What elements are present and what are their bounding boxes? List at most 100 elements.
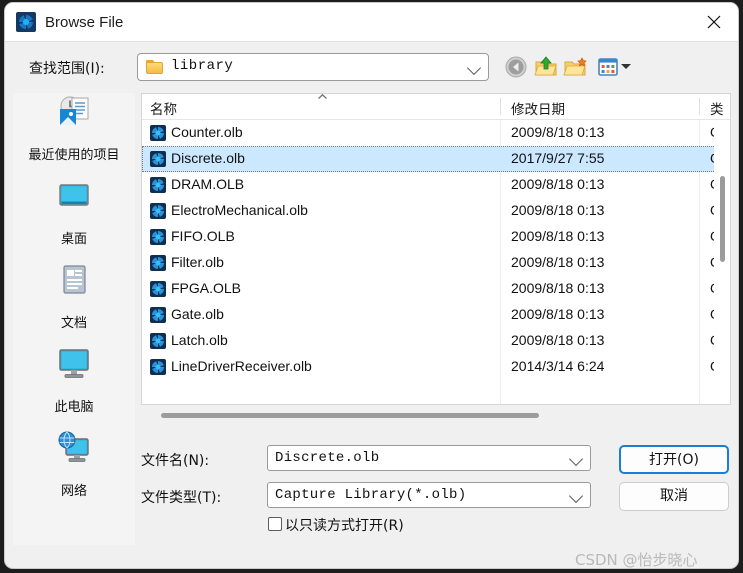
- sidebar-item-recent-items[interactable]: 最近使用的项目: [13, 93, 135, 163]
- file-name-label: 文件名(N):: [141, 453, 210, 469]
- look-in-value: library: [171, 58, 234, 74]
- file-date-cell: 2009/8/18 0:13: [511, 228, 605, 244]
- chevron-down-icon: [568, 451, 584, 467]
- watermark-text: CSDN @怡步晓心: [575, 551, 698, 569]
- sidebar-item-this-pc[interactable]: 此电脑: [13, 345, 135, 415]
- file-name-combobox[interactable]: Discrete.olb: [267, 445, 591, 471]
- close-icon: [707, 15, 721, 29]
- file-name-cell: FPGA.OLB: [171, 280, 242, 296]
- olb-file-icon: [150, 177, 166, 193]
- olb-file-icon: [150, 359, 166, 375]
- file-list-panel: 名称 修改日期 类 Counter.olb2009/8/18 0:13ODisc…: [141, 93, 731, 405]
- file-list-row[interactable]: Discrete.olb2017/9/27 7:55O: [142, 146, 730, 172]
- column-divider[interactable]: [500, 98, 501, 115]
- file-list-row[interactable]: Latch.olb2009/8/18 0:13O: [142, 328, 730, 354]
- sidebar-item-label: 网络: [60, 484, 87, 499]
- file-date-cell: 2009/8/18 0:13: [511, 202, 605, 218]
- chevron-down-icon: [466, 60, 482, 76]
- look-in-label: 查找范围(I):: [29, 61, 105, 77]
- file-list-row[interactable]: Gate.olb2009/8/18 0:13O: [142, 302, 730, 328]
- look-in-bar: 查找范围(I): library: [5, 42, 738, 92]
- read-only-label[interactable]: 以只读方式打开(R): [285, 515, 404, 535]
- new-folder-button[interactable]: [563, 54, 589, 80]
- close-button[interactable]: [692, 3, 738, 41]
- view-grid-icon: [598, 58, 618, 76]
- recent-items-icon: [50, 93, 98, 137]
- file-name-value: Discrete.olb: [275, 450, 380, 466]
- open-button[interactable]: 打开(O): [619, 445, 729, 474]
- file-name-cell: DRAM.OLB: [171, 176, 245, 192]
- file-name-cell: Latch.olb: [171, 332, 228, 348]
- file-name-cell: ElectroMechanical.olb: [171, 202, 308, 218]
- view-mode-button[interactable]: [595, 54, 621, 80]
- file-name-cell: LineDriverReceiver.olb: [171, 358, 312, 374]
- horizontal-scrollbar-thumb[interactable]: [161, 413, 539, 418]
- network-icon: [50, 429, 98, 473]
- sidebar-item-label: 桌面: [60, 232, 87, 247]
- file-date-cell: 2014/3/14 6:24: [511, 358, 605, 374]
- olb-file-icon: [150, 229, 166, 245]
- sort-ascending-icon: [318, 94, 327, 99]
- file-date-cell: 2009/8/18 0:13: [511, 176, 605, 192]
- sidebar-item-network[interactable]: 网络: [13, 429, 135, 499]
- column-header-name[interactable]: 名称: [150, 98, 177, 118]
- file-type-value: Capture Library(*.olb): [275, 487, 467, 503]
- file-date-cell: 2009/8/18 0:13: [511, 254, 605, 270]
- list-horizontal-scrollbar[interactable]: [141, 407, 731, 425]
- column-divider[interactable]: [699, 98, 700, 115]
- sidebar-item-documents[interactable]: 文档: [13, 261, 135, 331]
- list-vertical-scrollbar[interactable]: [714, 120, 730, 404]
- file-name-cell: Gate.olb: [171, 306, 224, 322]
- places-sidebar: 最近使用的项目 桌面 文档 此电脑 网络: [13, 93, 135, 545]
- title-bar: Browse File: [5, 3, 738, 42]
- read-only-checkbox[interactable]: [268, 517, 282, 531]
- file-list-row[interactable]: Counter.olb2009/8/18 0:13O: [142, 120, 730, 146]
- file-name-cell: Filter.olb: [171, 254, 224, 270]
- file-name-cell: Discrete.olb: [171, 150, 245, 166]
- olb-file-icon: [150, 151, 166, 167]
- olb-file-icon: [150, 333, 166, 349]
- file-list-row[interactable]: DRAM.OLB2009/8/18 0:13O: [142, 172, 730, 198]
- olb-file-icon: [150, 307, 166, 323]
- sidebar-item-label: 文档: [60, 316, 87, 331]
- file-list-row[interactable]: ElectroMechanical.olb2009/8/18 0:13O: [142, 198, 730, 224]
- look-in-combobox[interactable]: library: [137, 53, 489, 81]
- file-list-row[interactable]: FPGA.OLB2009/8/18 0:13O: [142, 276, 730, 302]
- file-list-row[interactable]: LineDriverReceiver.olb2014/3/14 6:24O: [142, 354, 730, 380]
- window-title: Browse File: [45, 14, 124, 31]
- file-list-row[interactable]: FIFO.OLB2009/8/18 0:13O: [142, 224, 730, 250]
- back-arrow-icon: [505, 56, 527, 78]
- olb-file-icon: [150, 255, 166, 271]
- vertical-scrollbar-thumb[interactable]: [720, 176, 725, 262]
- sidebar-item-label: 最近使用的项目: [28, 148, 120, 163]
- column-header-type[interactable]: 类: [710, 98, 724, 118]
- caret-down-icon[interactable]: [621, 64, 631, 69]
- file-date-cell: 2009/8/18 0:13: [511, 306, 605, 322]
- olb-file-icon: [150, 203, 166, 219]
- this-pc-icon: [50, 345, 98, 389]
- browse-file-dialog: Browse File 查找范围(I): library 最近使用的项目 桌面 …: [4, 2, 739, 569]
- folder-icon: [146, 60, 163, 74]
- file-list-row[interactable]: Filter.olb2009/8/18 0:13O: [142, 250, 730, 276]
- file-date-cell: 2017/9/27 7:55: [511, 150, 605, 166]
- file-type-combobox[interactable]: Capture Library(*.olb): [267, 482, 591, 508]
- file-list-header: 名称 修改日期 类: [142, 94, 730, 120]
- olb-file-icon: [150, 281, 166, 297]
- up-folder-button[interactable]: [533, 54, 559, 80]
- new-folder-icon: [563, 57, 587, 76]
- cancel-button[interactable]: 取消: [619, 482, 729, 511]
- chevron-down-icon: [568, 488, 584, 504]
- file-name-cell: FIFO.OLB: [171, 228, 235, 244]
- desktop-icon: [50, 177, 98, 221]
- file-date-cell: 2009/8/18 0:13: [511, 280, 605, 296]
- sidebar-item-label: 此电脑: [54, 400, 94, 415]
- file-name-cell: Counter.olb: [171, 124, 243, 140]
- documents-icon: [50, 261, 98, 305]
- file-type-label: 文件类型(T):: [141, 490, 222, 506]
- up-folder-icon: [534, 56, 557, 76]
- back-button[interactable]: [503, 54, 529, 80]
- file-date-cell: 2009/8/18 0:13: [511, 124, 605, 140]
- olb-file-icon: [150, 125, 166, 141]
- sidebar-item-desktop[interactable]: 桌面: [13, 177, 135, 247]
- column-header-date[interactable]: 修改日期: [511, 98, 565, 118]
